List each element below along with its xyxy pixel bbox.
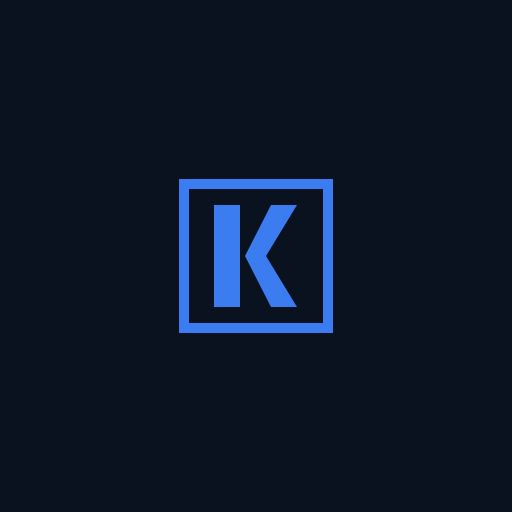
letter-k-logo-icon xyxy=(179,179,333,333)
logo-k-stem xyxy=(214,205,240,307)
app-icon-canvas xyxy=(0,0,512,512)
logo-k-chevron xyxy=(245,205,297,307)
